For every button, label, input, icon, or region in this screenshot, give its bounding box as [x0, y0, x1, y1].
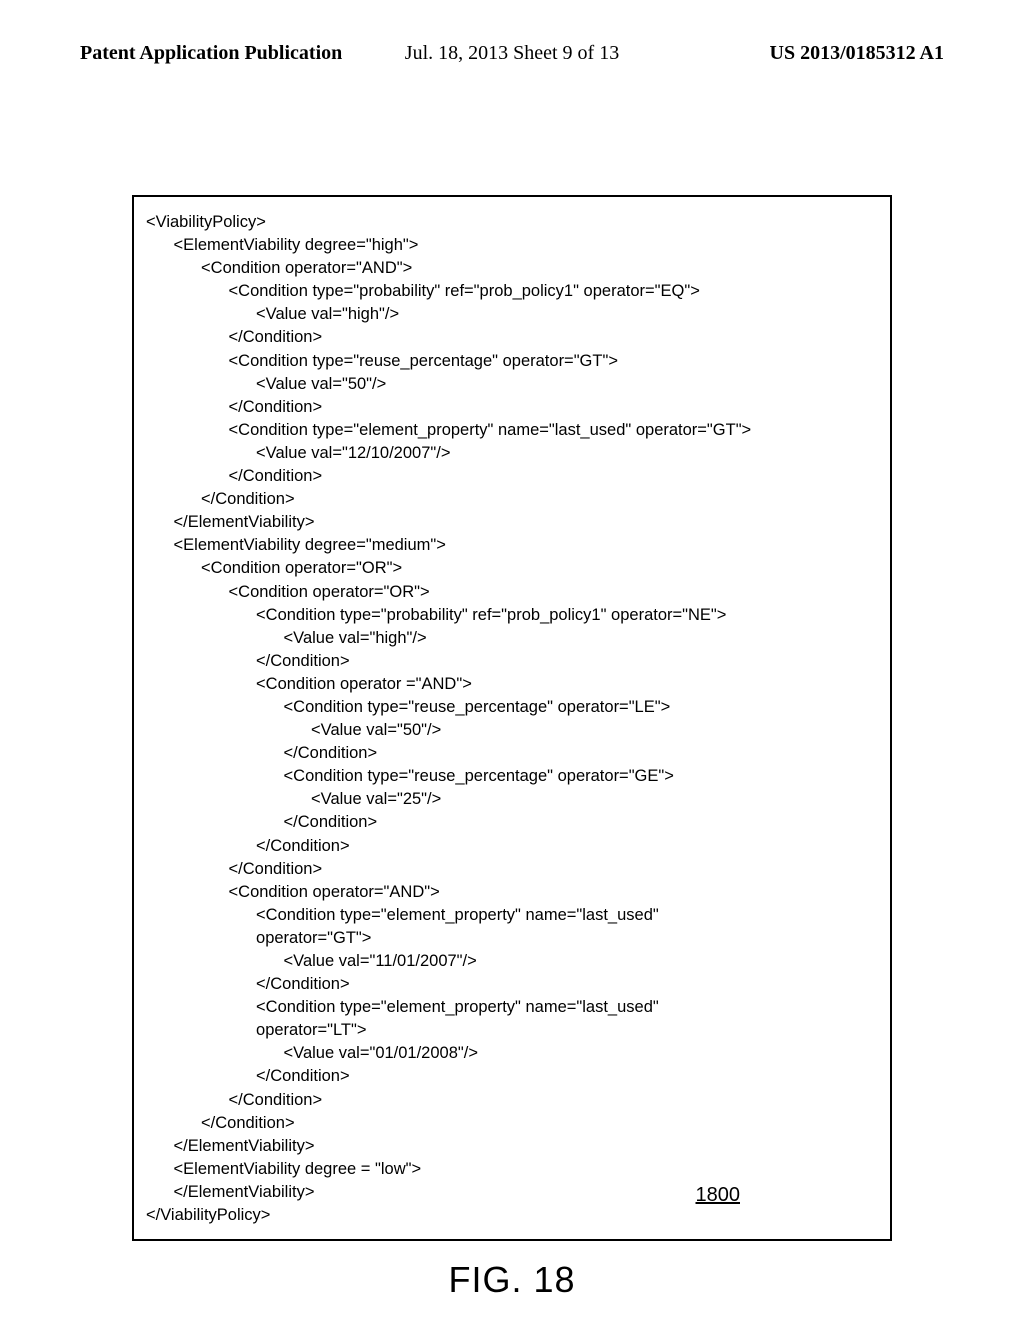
figure-reference-number: 1800 [696, 1184, 741, 1207]
xml-code: <ViabilityPolicy> <ElementViability degr… [146, 211, 878, 1227]
xml-code-box: <ViabilityPolicy> <ElementViability degr… [132, 195, 892, 1241]
figure-caption: FIG. 18 [80, 1259, 944, 1301]
header-center: Jul. 18, 2013 Sheet 9 of 13 [405, 42, 619, 65]
header-left: Patent Application Publication [80, 42, 342, 65]
page-header: Patent Application Publication Jul. 18, … [80, 42, 944, 65]
header-right: US 2013/0185312 A1 [770, 42, 944, 65]
